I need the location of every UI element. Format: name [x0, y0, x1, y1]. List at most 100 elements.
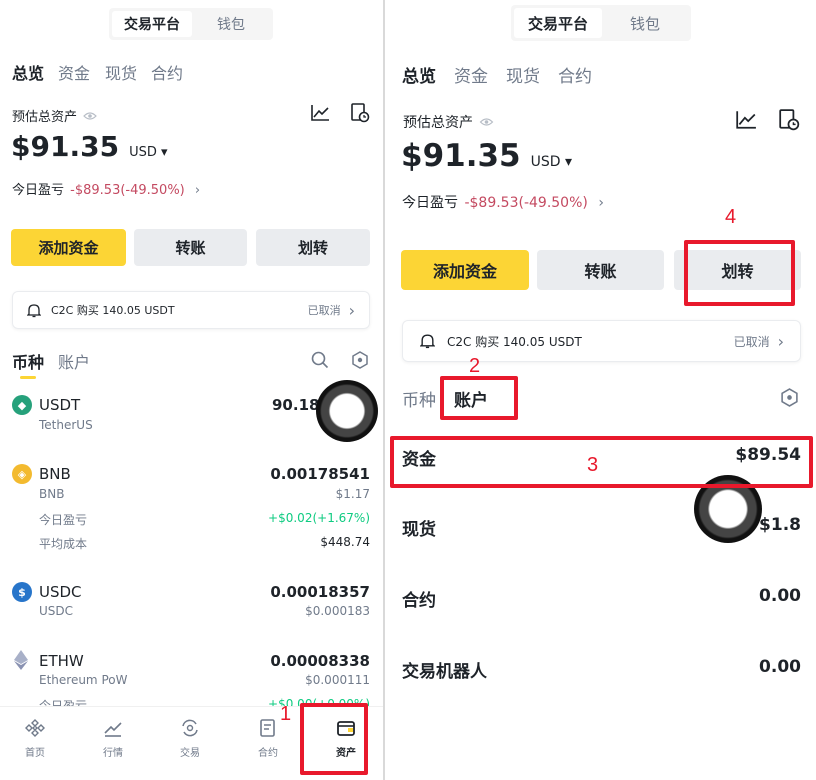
- annotation-number: 2: [469, 355, 481, 377]
- coin-amount: 0.00008338: [270, 652, 370, 670]
- tab-futures[interactable]: 合约: [151, 60, 183, 84]
- account-value: 0.00: [759, 586, 801, 606]
- coin-amount: 90.18: [272, 396, 320, 414]
- platform-switch: 交易平台 钱包: [109, 8, 273, 40]
- coin-symbol: USDT: [39, 396, 81, 414]
- usdt-icon: ◆: [12, 395, 32, 415]
- tab-overview[interactable]: 总览: [402, 62, 436, 87]
- coin-name: Ethereum PoW: [39, 673, 128, 687]
- platform-switch: 交易平台 钱包: [511, 5, 691, 41]
- total-balance: $91.35 USD ▾: [11, 130, 168, 163]
- annotation-number: 3: [587, 454, 599, 476]
- bell-icon: [27, 303, 41, 317]
- right-screen: 交易平台 钱包 总览 资金 现货 合约 预估总资产 $91.35 USD ▾ 今…: [385, 0, 816, 780]
- est-assets-label: 预估总资产: [403, 112, 494, 132]
- chevron-right-icon: ›: [598, 195, 604, 211]
- est-assets-label: 预估总资产: [12, 106, 97, 125]
- est-assets-text: 预估总资产: [12, 110, 78, 125]
- account-row-trading-bots[interactable]: 交易机器人 0.00: [385, 655, 816, 705]
- notice-text: C2C 购买 140.05 USDT: [51, 304, 175, 317]
- account-row-futures[interactable]: 合约 0.00: [385, 584, 816, 634]
- nav-home[interactable]: 首页: [5, 718, 65, 759]
- c2c-notice[interactable]: C2C 购买 140.05 USDT 已取消 ›: [12, 291, 370, 329]
- chart-line-icon[interactable]: [735, 110, 757, 130]
- balance-amount: $91.35: [11, 130, 120, 163]
- tab-overview[interactable]: 总览: [12, 60, 44, 84]
- account-name: 合约: [402, 591, 436, 611]
- history-icon[interactable]: [350, 103, 370, 123]
- balance-amount: $91.35: [401, 138, 521, 174]
- currency-select[interactable]: USD ▾: [129, 145, 167, 160]
- history-icon[interactable]: [778, 109, 800, 131]
- settings-hex-icon[interactable]: [351, 351, 369, 369]
- transfer-button[interactable]: 转账: [134, 229, 247, 266]
- today-pnl-label: 今日盈亏: [12, 183, 65, 198]
- total-balance: $91.35 USD ▾: [401, 138, 572, 174]
- tab-coin[interactable]: 币种: [12, 349, 44, 373]
- annotation-number: 1: [280, 703, 292, 725]
- c2c-notice[interactable]: C2C 购买 140.05 USDT 已取消 ›: [402, 320, 801, 362]
- search-icon[interactable]: [311, 351, 329, 369]
- tab-futures[interactable]: 合约: [558, 62, 592, 87]
- markets-icon: [104, 722, 122, 737]
- trade-icon: [182, 719, 198, 737]
- tab-trading-platform[interactable]: 交易平台: [112, 11, 192, 37]
- coin-cost-label: 平均成本: [39, 537, 88, 551]
- binance-logo-icon: [25, 719, 45, 737]
- highlight-box-funding-row: [390, 436, 813, 488]
- left-screen: 交易平台 钱包 总览 资金 现货 合约 预估总资产 $91.35 USD ▾ 今…: [0, 0, 383, 780]
- chart-line-icon[interactable]: [310, 104, 330, 122]
- coin-name: USDC: [39, 604, 74, 618]
- eye-icon[interactable]: [83, 111, 97, 121]
- add-funds-button[interactable]: 添加资金: [11, 229, 126, 266]
- currency-select[interactable]: USD ▾: [531, 154, 572, 170]
- tab-indicator: [20, 376, 36, 379]
- coin-cost: $448.74: [320, 535, 370, 549]
- coin-symbol: USDC: [39, 583, 82, 601]
- coin-value: $0.000183: [305, 604, 370, 618]
- tab-funding[interactable]: 资金: [454, 62, 488, 87]
- coin-symbol: BNB: [39, 465, 71, 483]
- transfer-button[interactable]: 转账: [537, 250, 664, 290]
- chevron-right-icon: ›: [348, 300, 355, 320]
- tab-coin[interactable]: 币种: [402, 386, 436, 411]
- today-pnl-value: -$89.53(-49.50%): [70, 183, 185, 198]
- coin-pnl: +$0.02(+1.67%): [268, 511, 370, 525]
- tab-spot[interactable]: 现货: [105, 60, 137, 84]
- ethw-icon: [14, 650, 28, 670]
- move-funds-button[interactable]: 划转: [256, 229, 370, 266]
- coin-symbol: ETHW: [39, 652, 84, 670]
- notice-status: 已取消: [733, 334, 770, 349]
- today-pnl[interactable]: 今日盈亏 -$89.53(-49.50%) ›: [402, 192, 604, 212]
- nav-label: 首页: [25, 748, 45, 759]
- nav-label: 交易: [180, 748, 200, 759]
- tab-spot[interactable]: 现货: [506, 62, 540, 87]
- eye-icon[interactable]: [479, 117, 494, 127]
- settings-hex-icon[interactable]: [780, 388, 799, 407]
- today-pnl[interactable]: 今日盈亏 -$89.53(-49.50%) ›: [12, 179, 200, 198]
- tab-wallet[interactable]: 钱包: [192, 11, 270, 37]
- tab-trading-platform[interactable]: 交易平台: [514, 8, 602, 38]
- coin-value: $1.17: [335, 487, 370, 501]
- notice-text: C2C 购买 140.05 USDT: [447, 334, 582, 349]
- coin-amount: 0.00178541: [270, 465, 370, 483]
- account-value: 0.00: [759, 657, 801, 677]
- tab-wallet[interactable]: 钱包: [602, 8, 688, 38]
- coin-pnl-label: 今日盈亏: [39, 513, 88, 527]
- account-name: 现货: [402, 520, 436, 540]
- coin-name: TetherUS: [39, 418, 93, 432]
- chevron-right-icon: ›: [777, 331, 784, 351]
- nav-trade[interactable]: 交易: [160, 718, 220, 759]
- bnb-icon: ◈: [12, 464, 32, 484]
- today-pnl-value: -$89.53(-49.50%): [464, 195, 588, 211]
- account-name: 交易机器人: [402, 662, 487, 682]
- nav-markets[interactable]: 行情: [83, 718, 143, 759]
- tab-funding[interactable]: 资金: [58, 60, 90, 84]
- highlight-box-assets: [300, 703, 368, 775]
- nav-label: 行情: [103, 748, 123, 759]
- bell-icon: [420, 334, 435, 349]
- add-funds-button[interactable]: 添加资金: [401, 250, 529, 290]
- tab-account[interactable]: 账户: [58, 349, 90, 373]
- highlight-box-move-funds: [684, 240, 795, 306]
- nav-label: 合约: [258, 748, 278, 759]
